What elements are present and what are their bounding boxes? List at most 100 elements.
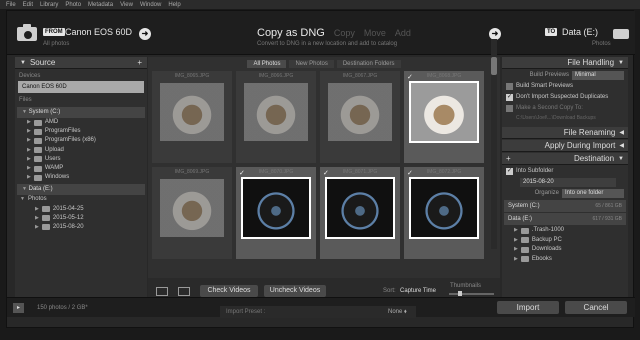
destination-header[interactable]: + Destination ▼ — [502, 153, 628, 165]
source-folder[interactable]: ▶ WAMP — [15, 164, 147, 173]
source-folder[interactable]: ▶ AMD — [15, 118, 147, 127]
menu-view[interactable]: View — [120, 2, 133, 8]
checkbox[interactable] — [506, 105, 513, 112]
thumbnail-cell[interactable]: IMG_8066.JPG — [236, 71, 316, 163]
destination-folder[interactable]: ▶ Ebooks — [502, 255, 628, 265]
import-preset-bar[interactable]: Import Preset : — [220, 306, 416, 318]
add-source-button[interactable]: + — [137, 58, 142, 67]
import-preset-select[interactable]: None ⬧ — [388, 306, 407, 318]
source-folder[interactable]: ▶ ProgramFiles (x86) — [15, 136, 147, 145]
build-smart-previews-row[interactable]: Build Smart Previews — [502, 81, 628, 92]
photo-thumbnail — [241, 177, 311, 239]
folder-label: Photos — [27, 196, 47, 203]
menu-metadata[interactable]: Metadata — [88, 2, 113, 8]
mode-add[interactable]: Add — [395, 28, 411, 38]
second-copy-row[interactable]: Make a Second Copy To: — [502, 103, 628, 114]
destination-drive[interactable]: System (C:) 65 / 861 GB — [504, 200, 626, 212]
sort-select[interactable]: Capture Time — [400, 288, 436, 294]
thumbnail-cell[interactable]: IMG_8065.JPG — [152, 71, 232, 163]
source-panel-header[interactable]: ▼ Source + — [15, 57, 147, 69]
file-handling-header[interactable]: File Handling ▼ — [502, 57, 628, 69]
tab-destination-folders[interactable]: Destination Folders — [336, 59, 401, 68]
expand-triangle-icon[interactable]: ▶ — [514, 255, 518, 265]
expand-triangle-icon[interactable]: ▶ — [27, 127, 31, 136]
mode-copy-as-dng[interactable]: Copy as DNG — [257, 27, 325, 39]
source-folder[interactable]: ▶ Upload — [15, 146, 147, 155]
folder-label: 2015-08-20 — [52, 223, 84, 230]
expand-triangle-icon[interactable]: ▶ — [514, 236, 518, 246]
source-folder[interactable]: ▶ 2015-05-12 — [15, 214, 147, 223]
mode-move[interactable]: Move — [364, 28, 386, 38]
expand-triangle-icon[interactable]: ▶ — [27, 164, 31, 173]
checkmark-icon[interactable]: ✓ — [239, 169, 245, 177]
tab-all-photos[interactable]: All Photos — [247, 59, 287, 68]
subfolder-name-input[interactable]: 2015-08-20 — [520, 178, 616, 187]
import-button[interactable]: Import — [497, 301, 559, 314]
thumbnail-cell[interactable]: IMG_8067.JPG — [320, 71, 400, 163]
expand-triangle-icon[interactable]: ▶ — [27, 146, 31, 155]
menu-edit[interactable]: Edit — [23, 2, 33, 8]
checkmark-icon[interactable]: ✓ — [407, 169, 413, 177]
expand-triangle-icon[interactable]: ▶ — [35, 205, 39, 214]
build-previews-select[interactable]: Minimal — [572, 71, 624, 80]
thumbnail-cell[interactable]: IMG_8070.JPG ✓ — [236, 167, 316, 259]
expand-triangle-icon[interactable]: ▶ — [514, 226, 518, 236]
menu-help[interactable]: Help — [168, 2, 180, 8]
into-subfolder-row[interactable]: ✓ Into Subfolder — [502, 166, 628, 177]
device-item[interactable]: Canon EOS 60D — [18, 81, 144, 93]
destination-device-select[interactable]: Data (E:) — [562, 27, 598, 37]
source-folder[interactable]: ▶ Windows — [15, 173, 147, 182]
expand-triangle-icon[interactable]: ▶ — [35, 223, 39, 232]
uncheck-videos-button[interactable]: Uncheck Videos — [264, 285, 326, 297]
drive-data[interactable]: ▼ Data (E:) — [17, 184, 145, 196]
expand-triangle-icon[interactable]: ▶ — [27, 173, 31, 182]
destination-folder[interactable]: ▶ Downloads — [502, 245, 628, 255]
photos-folder[interactable]: ▼ Photos — [15, 195, 147, 204]
mode-copy[interactable]: Copy — [334, 28, 355, 38]
drive-system[interactable]: ▼ System (C:) — [17, 107, 145, 118]
source-folder[interactable]: ▶ 2015-08-20 — [15, 223, 147, 232]
expand-triangle-icon[interactable]: ▶ — [27, 155, 31, 164]
expand-triangle-icon[interactable]: ▶ — [35, 214, 39, 223]
add-destination-button[interactable]: + — [502, 154, 511, 163]
checkmark-icon[interactable]: ✓ — [323, 169, 329, 177]
thumbnail-size-slider[interactable] — [449, 293, 494, 295]
organize-select[interactable]: Into one folder — [562, 189, 624, 198]
expand-triangle-icon[interactable]: ▶ — [27, 136, 31, 145]
destination-folder[interactable]: ▶ Backup PC — [502, 236, 628, 246]
loupe-view-icon[interactable] — [178, 287, 190, 296]
thumbnail-cell[interactable]: IMG_8071.JPG ✓ — [320, 167, 400, 259]
expand-dialog-button[interactable]: ▸ — [13, 303, 24, 313]
thumbnail-cell[interactable]: IMG_8069.JPG — [152, 167, 232, 259]
checkmark-icon[interactable]: ✓ — [407, 73, 413, 81]
grid-view-icon[interactable] — [156, 287, 168, 296]
menu-library[interactable]: Library — [40, 2, 58, 8]
checkbox[interactable]: ✓ — [506, 168, 513, 175]
source-device-select[interactable]: Canon EOS 60D — [65, 27, 132, 37]
apply-during-import-header[interactable]: Apply During Import ◀ — [502, 140, 628, 152]
source-folder[interactable]: ▶ Users — [15, 155, 147, 164]
check-videos-button[interactable]: Check Videos — [200, 285, 258, 297]
scrollbar-thumb[interactable] — [491, 57, 497, 75]
destination-drive[interactable]: Data (E:) 617 / 931 GB — [504, 213, 626, 225]
expand-triangle-icon[interactable]: ▶ — [514, 245, 518, 255]
checkbox[interactable] — [506, 83, 513, 90]
tab-new-photos[interactable]: New Photos — [289, 59, 334, 68]
dont-import-duplicates-row[interactable]: ✓ Don't Import Suspected Duplicates — [502, 92, 628, 103]
menu-photo[interactable]: Photo — [65, 2, 81, 8]
drive-size: 65 / 861 GB — [595, 203, 622, 209]
thumbnail-cell[interactable]: IMG_8072.JPG ✓ — [404, 167, 484, 259]
collapse-triangle-icon: ◀ — [619, 143, 624, 149]
folder-icon — [33, 128, 42, 135]
source-folder[interactable]: ▶ 2015-04-25 — [15, 205, 147, 214]
menu-window[interactable]: Window — [140, 2, 161, 8]
file-renaming-header[interactable]: File Renaming ◀ — [502, 127, 628, 139]
thumbnail-cell[interactable]: IMG_8068.JPG ✓ — [404, 71, 484, 163]
expand-triangle-icon[interactable]: ▶ — [27, 118, 31, 127]
checkbox[interactable]: ✓ — [506, 94, 513, 101]
cancel-button[interactable]: Cancel — [565, 301, 627, 314]
destination-folder[interactable]: ▶ .Trash-1000 — [502, 226, 628, 236]
slider-handle[interactable] — [458, 291, 462, 296]
menu-file[interactable]: File — [6, 2, 16, 8]
source-folder[interactable]: ▶ ProgramFiles — [15, 127, 147, 136]
